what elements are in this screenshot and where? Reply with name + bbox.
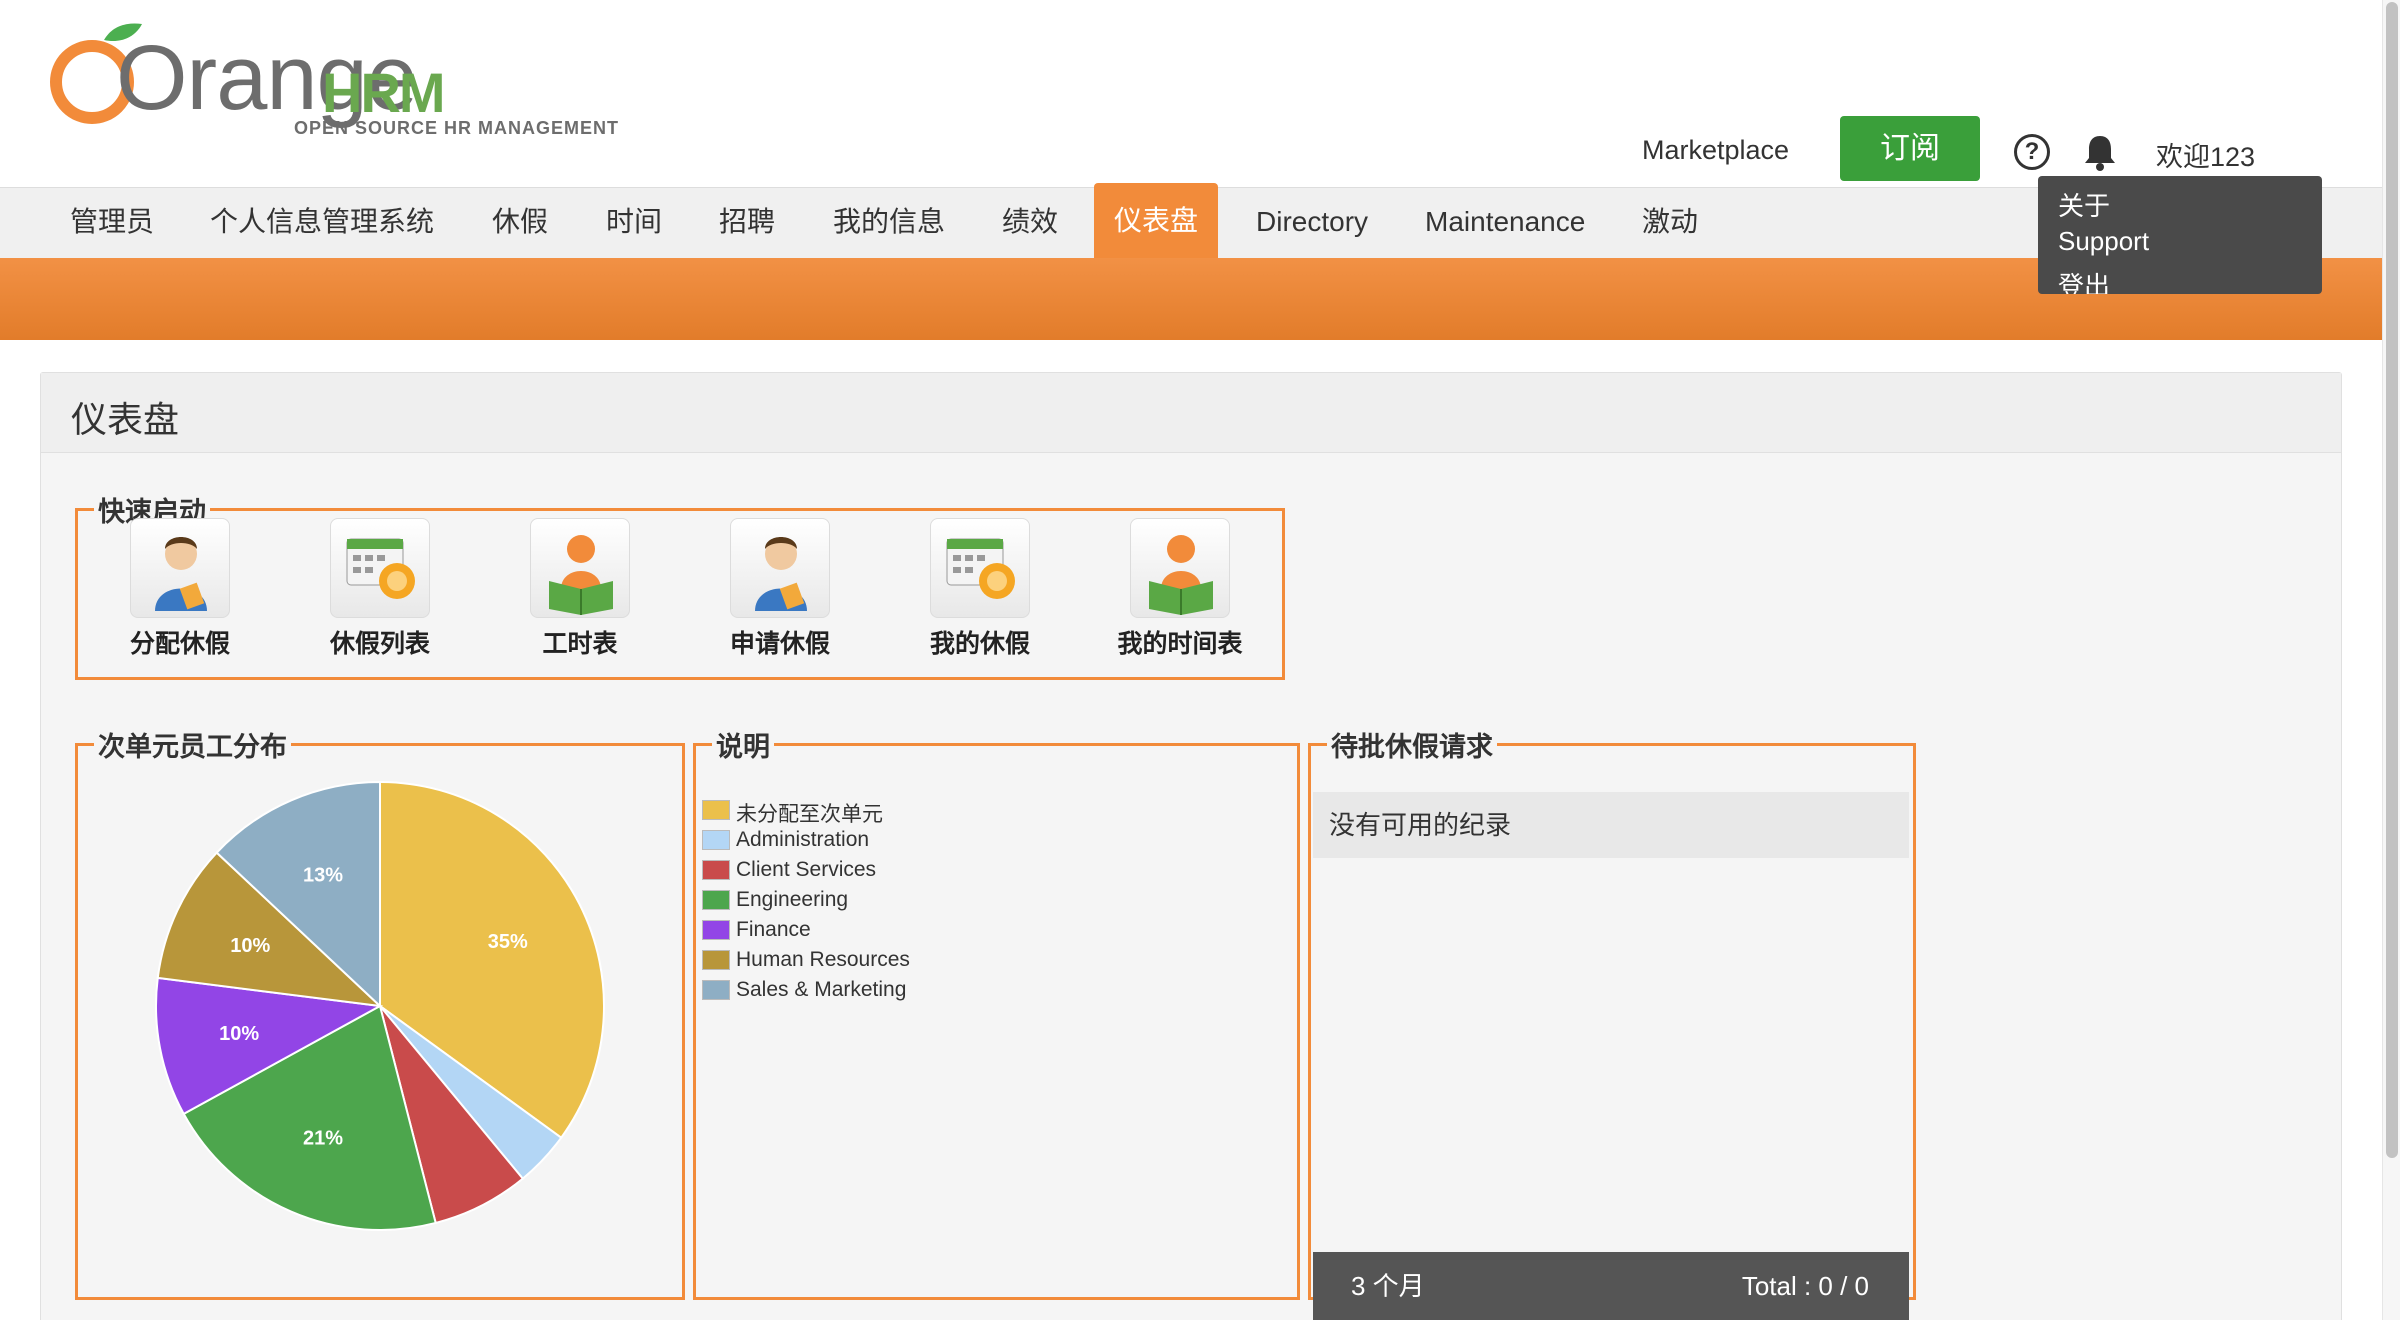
menu-item-recruitment[interactable]: 招聘 bbox=[719, 188, 775, 259]
period-label: 3 个月 bbox=[1351, 1271, 1425, 1301]
pie-slice-label: 13% bbox=[303, 864, 343, 886]
user-dropdown-menu: 关于 Support 登出 bbox=[2038, 176, 2322, 294]
logo-hrm-text: HRM bbox=[322, 61, 446, 124]
subscribe-button[interactable]: 订阅 bbox=[1840, 116, 1980, 181]
pending-leave-title: 待批休假请求 bbox=[1331, 732, 1493, 762]
legend-label: Client Services bbox=[736, 858, 877, 881]
help-icon[interactable]: ? bbox=[2014, 134, 2050, 170]
quick-launch-my-timesheet[interactable]: 我的时间表 bbox=[1100, 518, 1260, 660]
total-label: Total : 0 / 0 bbox=[1741, 1271, 1869, 1301]
legend-label: Finance bbox=[736, 918, 811, 941]
menu-item-pim[interactable]: 个人信息管理系统 bbox=[210, 188, 434, 259]
legend-panel: 说明 未分配至次单元 Administration Client Services E… bbox=[693, 725, 1300, 1300]
header: Orange HRM OPEN SOURCE HR MANAGEMENT Mar… bbox=[0, 0, 2382, 187]
quick-launch-label: 休假列表 bbox=[329, 630, 430, 658]
menu-about[interactable]: 关于 bbox=[2058, 186, 2110, 223]
quick-launch-timesheets[interactable]: 工时表 bbox=[500, 518, 660, 660]
quick-launch-label: 分配休假 bbox=[129, 630, 230, 658]
pie-slice-label: 35% bbox=[488, 931, 528, 953]
menu-item-time[interactable]: 时间 bbox=[606, 188, 662, 259]
employee-distribution-pie-chart: 35% 21% 10% 10% 13% bbox=[155, 780, 605, 1231]
menu-item-my-info[interactable]: 我的信息 bbox=[833, 188, 945, 259]
marketplace-link[interactable]: Marketplace bbox=[1642, 135, 1789, 166]
legend-label: Administration bbox=[736, 828, 870, 851]
welcome-user-link[interactable]: 欢迎123 bbox=[2156, 135, 2255, 174]
menu-item-buzz[interactable]: 激动 bbox=[1642, 188, 1698, 259]
legend-swatch bbox=[702, 800, 730, 820]
legend-swatch bbox=[702, 860, 730, 880]
quick-launch-label: 工时表 bbox=[542, 630, 618, 658]
timesheet-icon bbox=[530, 518, 630, 618]
my-timesheet-icon bbox=[1130, 518, 1230, 618]
menu-sub-bar bbox=[0, 258, 2382, 340]
empty-records-message: 没有可用的纪录 bbox=[1313, 792, 1909, 858]
menu-item-admin[interactable]: 管理员 bbox=[70, 188, 154, 259]
menu-item-maintenance[interactable]: Maintenance bbox=[1425, 188, 1585, 259]
menu-item-performance[interactable]: 绩效 bbox=[1002, 188, 1058, 259]
pending-leave-footer: 3 个月 Total : 0 / 0 bbox=[1313, 1252, 1909, 1320]
quick-launch-leave-list[interactable]: 休假列表 bbox=[300, 518, 460, 660]
pie-slice-label: 21% bbox=[303, 1128, 343, 1150]
quick-launch-label: 我的休假 bbox=[929, 630, 1030, 658]
legend-swatch bbox=[702, 830, 730, 850]
apply-leave-icon bbox=[730, 518, 830, 618]
assign-leave-icon bbox=[130, 518, 230, 618]
quick-launch-apply-leave[interactable]: 申请休假 bbox=[700, 518, 860, 660]
legend-label: Human Resources bbox=[736, 948, 910, 971]
employee-distribution-title: 次单元员工分布 bbox=[98, 732, 287, 762]
leave-list-icon bbox=[330, 518, 430, 618]
legend-label: Engineering bbox=[736, 888, 849, 911]
menu-support[interactable]: Support bbox=[2058, 226, 2149, 257]
pending-leave-panel: 待批休假请求 没有可用的纪录 3 个月 Total : 0 / 0 bbox=[1308, 725, 1916, 1320]
legend-swatch bbox=[702, 920, 730, 940]
main-menu: 管理员 个人信息管理系统 休假 时间 招聘 我的信息 绩效 仪表盘 Direct… bbox=[0, 183, 2382, 259]
orangehrm-logo[interactable]: Orange HRM OPEN SOURCE HR MANAGEMENT bbox=[46, 22, 626, 152]
menu-item-directory[interactable]: Directory bbox=[1256, 188, 1368, 259]
quick-launch-label: 申请休假 bbox=[729, 630, 830, 658]
legend-swatch bbox=[702, 980, 730, 1000]
menu-logout[interactable]: 登出 bbox=[2058, 266, 2110, 294]
scrollbar-thumb[interactable] bbox=[2386, 2, 2398, 1158]
quick-launch-label: 我的时间表 bbox=[1117, 630, 1243, 658]
quick-launch-assign-leave[interactable]: 分配休假 bbox=[100, 518, 260, 660]
page-title: 仪表盘 bbox=[71, 399, 180, 440]
pie-slice-label: 10% bbox=[219, 1023, 259, 1045]
legend-title: 说明 bbox=[716, 732, 770, 762]
pie-slice-label: 10% bbox=[230, 935, 270, 957]
menu-item-leave[interactable]: 休假 bbox=[492, 188, 548, 259]
logo-tagline: OPEN SOURCE HR MANAGEMENT bbox=[294, 118, 620, 138]
menu-item-dashboard[interactable]: 仪表盘 bbox=[1094, 183, 1219, 259]
my-leave-icon bbox=[930, 518, 1030, 618]
bell-icon[interactable] bbox=[2082, 132, 2118, 172]
legend-label: Sales & Marketing bbox=[736, 978, 907, 1001]
legend-swatch bbox=[702, 950, 730, 970]
legend-label: 未分配至次单元 bbox=[736, 803, 883, 826]
page-scrollbar[interactable] bbox=[2382, 0, 2400, 1320]
quick-launch-my-leave[interactable]: 我的休假 bbox=[900, 518, 1060, 660]
legend-swatch bbox=[702, 890, 730, 910]
panel-header: 仪表盘 bbox=[41, 373, 2341, 453]
